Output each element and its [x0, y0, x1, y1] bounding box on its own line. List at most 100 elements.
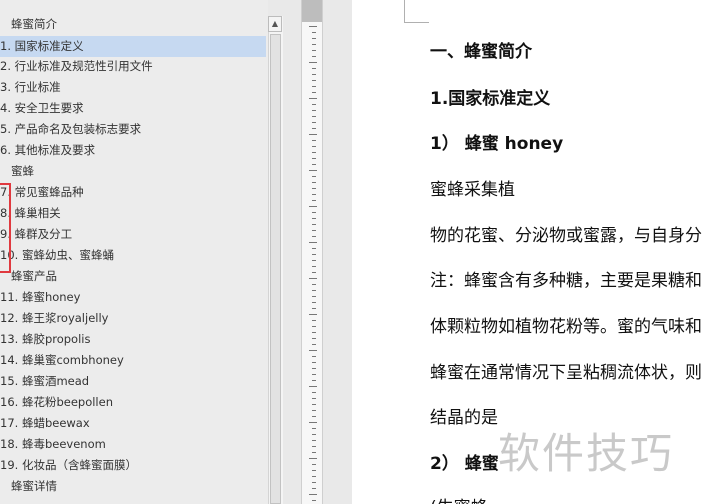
ruler-tick	[312, 80, 316, 81]
nav-item[interactable]: 8. 蜂巢相关	[0, 203, 266, 223]
ruler-tick	[309, 62, 317, 63]
ruler-tick	[309, 206, 317, 207]
ruler-tick	[312, 176, 316, 177]
nav-item[interactable]: 17. 蜂蜡beewax	[0, 413, 266, 433]
nav-item-label: 6. 其他标准及要求	[0, 143, 96, 157]
ruler-tick	[312, 218, 316, 219]
navigation-pane: 蜂蜜简介 1. 国家标准定义 2. 行业标准及规范性引用文件 3. 行业标准 4. 安全…	[0, 0, 268, 504]
nav-item-label: 17. 蜂蜡beewax	[0, 416, 90, 430]
ruler-tick	[312, 368, 316, 369]
nav-heading[interactable]: 蜂蜜产品	[0, 266, 266, 286]
ruler-tick	[312, 338, 316, 339]
ruler-tick	[312, 158, 316, 159]
document-paragraph[interactable]: 蜂蜜在通常情况下呈粘稠流体状，则	[430, 358, 702, 383]
vertical-ruler	[301, 0, 323, 504]
nav-item-label: 15. 蜂蜜酒mead	[0, 374, 90, 388]
ruler-tick	[312, 434, 316, 435]
ruler-tick	[309, 422, 317, 423]
ruler-tick	[312, 404, 316, 405]
nav-item-label: 14. 蜂巢蜜combhoney	[0, 353, 124, 367]
nav-item[interactable]: 6. 其他标准及要求	[0, 140, 266, 160]
ruler-tick	[312, 398, 316, 399]
nav-item[interactable]: 2. 行业标准及规范性引用文件	[0, 56, 266, 76]
nav-item-label: 5. 产品命名及包装标志要求	[0, 122, 142, 136]
nav-item[interactable]: 1. 国家标准定义	[0, 36, 266, 57]
nav-item-label: 11. 蜂蜜honey	[0, 290, 81, 304]
nav-item[interactable]: 11. 蜂蜜honey	[0, 287, 266, 307]
ruler-tick	[312, 164, 316, 165]
document-heading[interactable]: 一、蜂蜜简介	[430, 37, 532, 62]
document-paragraph[interactable]: 体颗粒物如植物花粉等。蜜的气味和	[430, 312, 702, 337]
nav-item[interactable]: 19. 化妆品（含蜂蜜面膜）	[0, 455, 266, 475]
ruler-tick	[312, 104, 316, 105]
ruler-tick	[309, 314, 317, 315]
nav-heading[interactable]: 蜂蜜详情	[0, 476, 266, 496]
document-heading[interactable]: 1.国家标准定义	[430, 84, 550, 109]
ruler-tick	[312, 44, 316, 45]
document-paragraph[interactable]: 结晶的是	[430, 403, 498, 428]
nav-item[interactable]: 4. 安全卫生要求	[0, 98, 266, 118]
nav-item-label: 10. 蜜蜂幼虫、蜜蜂蛹	[0, 248, 114, 262]
document-paragraph[interactable]: (生蜜蜂	[430, 493, 488, 504]
nav-item-label: 2. 行业标准及规范性引用文件	[0, 59, 153, 73]
ruler-tick	[312, 410, 316, 411]
ruler-tick	[309, 386, 317, 387]
nav-item[interactable]: 5. 产品命名及包装标志要求	[0, 119, 266, 139]
ruler-tick	[312, 50, 316, 51]
nav-item-label: 19. 化妆品（含蜂蜜面膜）	[0, 458, 137, 472]
ruler-tick	[312, 266, 316, 267]
ruler-tick	[312, 56, 316, 57]
ruler-tick	[312, 374, 316, 375]
nav-item[interactable]: 3. 行业标准	[0, 77, 266, 97]
nav-item[interactable]: 13. 蜂胶propolis	[0, 329, 266, 349]
nav-item-label: 4. 安全卫生要求	[0, 101, 84, 115]
ruler-tick	[309, 494, 317, 495]
ruler-tick	[312, 140, 316, 141]
nav-item[interactable]: 15. 蜂蜜酒mead	[0, 371, 266, 391]
nav-item[interactable]: 16. 蜂花粉beepollen	[0, 392, 266, 412]
ruler-tick	[312, 200, 316, 201]
ruler-tick	[312, 320, 316, 321]
ruler-tick	[312, 92, 316, 93]
ruler-tick	[312, 332, 316, 333]
ruler-tick	[312, 488, 316, 489]
ruler-tick	[312, 38, 316, 39]
ruler-tick	[312, 152, 316, 153]
ruler-tick	[312, 128, 316, 129]
nav-item[interactable]: 7. 常见蜜蜂品种	[0, 182, 266, 202]
ruler-tick	[312, 248, 316, 249]
scroll-up-arrow-icon[interactable]: ▲	[268, 16, 282, 32]
nav-item[interactable]: 12. 蜂王浆royaljelly	[0, 308, 266, 328]
nav-heading[interactable]: 蜜蜂	[0, 161, 266, 181]
nav-item[interactable]: 18. 蜂毒beevenom	[0, 434, 266, 454]
nav-item[interactable]: 10. 蜜蜂幼虫、蜜蜂蛹	[0, 245, 266, 265]
ruler-tick	[312, 392, 316, 393]
ruler-tick	[312, 452, 316, 453]
nav-item[interactable]: 9. 蜂群及分工	[0, 224, 266, 244]
nav-item-label: 13. 蜂胶propolis	[0, 332, 91, 346]
ruler-tick	[312, 296, 316, 297]
ruler-tick	[312, 116, 316, 117]
ruler-tick	[312, 470, 316, 471]
nav-item-label: 18. 蜂毒beevenom	[0, 437, 106, 451]
document-heading[interactable]: 2） 蜂蜜	[430, 449, 499, 474]
ruler-tick	[312, 290, 316, 291]
highlight-bracket	[0, 183, 11, 273]
ruler-tick	[312, 440, 316, 441]
scrollbar-thumb[interactable]	[270, 34, 281, 504]
ruler-tick	[312, 428, 316, 429]
ruler-tick	[312, 260, 316, 261]
nav-heading[interactable]: 蜂蜜简介	[0, 14, 266, 34]
ruler-tick	[312, 284, 316, 285]
nav-item-label: 蜂蜜简介	[11, 17, 57, 31]
nav-item-label: 16. 蜂花粉beepollen	[0, 395, 113, 409]
document-heading[interactable]: 1） 蜂蜜 honey	[430, 129, 563, 154]
ruler-tick	[309, 278, 317, 279]
nav-item-label: 蜂蜜详情	[11, 479, 57, 493]
document-paragraph[interactable]: 物的花蜜、分泌物或蜜露，与自身分	[430, 221, 702, 246]
ruler-tick	[312, 302, 316, 303]
document-paragraph[interactable]: 蜜蜂采集植	[430, 175, 515, 200]
page-margin-corner	[404, 0, 429, 23]
document-paragraph[interactable]: 注：蜂蜜含有多种糖，主要是果糖和	[430, 266, 702, 291]
nav-item[interactable]: 14. 蜂巢蜜combhoney	[0, 350, 266, 370]
